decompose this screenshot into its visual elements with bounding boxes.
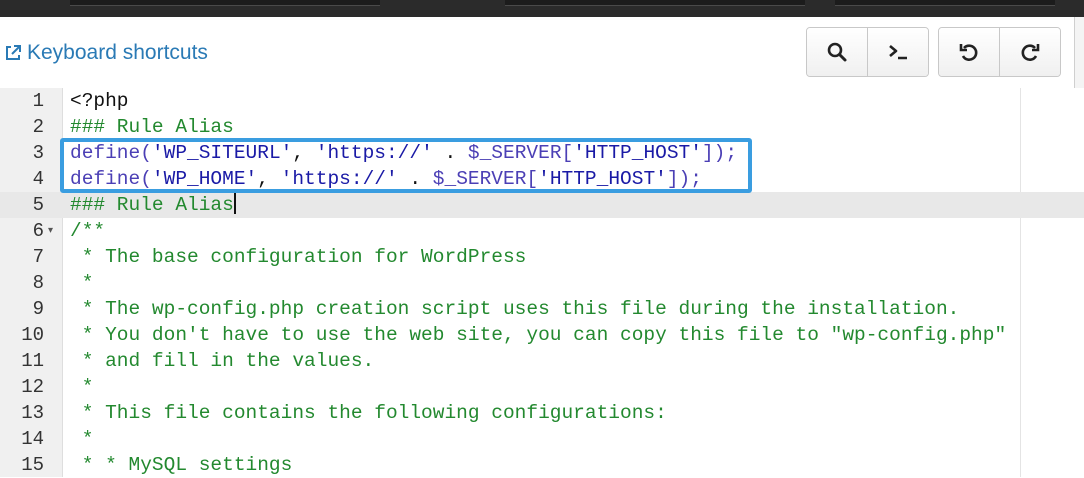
code-text: * This file contains the following confi… bbox=[70, 400, 667, 426]
top-bar-field bbox=[505, 0, 805, 6]
code-token: * bbox=[70, 428, 94, 450]
code-token: , bbox=[292, 142, 316, 164]
code-line[interactable]: 10 * You don't have to use the web site,… bbox=[0, 322, 1084, 348]
top-bar-field bbox=[70, 0, 380, 6]
code-line[interactable]: 4 define('WP_HOME', 'https://' . $_SERVER… bbox=[0, 166, 1084, 192]
code-line[interactable]: 12 * bbox=[0, 374, 1084, 400]
code-token: 'WP_HOME' bbox=[151, 168, 258, 190]
top-bar bbox=[0, 0, 1084, 17]
line-number: 1 bbox=[32, 90, 44, 112]
code-token: * This file contains the following confi… bbox=[70, 402, 667, 424]
code-line[interactable]: 13 * This file contains the following co… bbox=[0, 400, 1084, 426]
search-button[interactable] bbox=[807, 28, 867, 76]
code-text: * bbox=[70, 270, 94, 296]
code-text: * bbox=[70, 374, 94, 400]
code-line[interactable]: 11 * and fill in the values. bbox=[0, 348, 1084, 374]
code-text: * You don't have to use the web site, yo… bbox=[70, 322, 1006, 348]
line-number: 2 bbox=[32, 116, 44, 138]
undo-button[interactable] bbox=[939, 28, 999, 76]
line-number: 14 bbox=[21, 428, 44, 450]
code-token: , bbox=[257, 168, 281, 190]
code-token: . bbox=[432, 142, 468, 164]
code-line[interactable]: 7 * The base configuration for WordPress bbox=[0, 244, 1084, 270]
code-token: * You don't have to use the web site, yo… bbox=[70, 324, 1007, 346]
code-token: 'HTTP_HOST' bbox=[573, 142, 702, 164]
line-number: 15 bbox=[21, 454, 44, 476]
line-number: 6 bbox=[32, 220, 44, 242]
code-token: * bbox=[70, 376, 94, 398]
code-line[interactable]: 15 * * MySQL settings bbox=[0, 452, 1084, 478]
code-text: define('WP_SITEURL', 'https://' . $_SERV… bbox=[70, 140, 737, 166]
line-number: 8 bbox=[32, 272, 44, 294]
command-line-button[interactable] bbox=[867, 28, 928, 76]
code-token: $_SERVER[ bbox=[432, 168, 539, 190]
text-cursor bbox=[233, 192, 236, 214]
code-token: 'HTTP_HOST' bbox=[538, 168, 667, 190]
code-token: $_SERVER[ bbox=[467, 142, 574, 164]
code-text: define('WP_HOME', 'https://' . $_SERVER[… bbox=[70, 166, 702, 192]
line-number: 7 bbox=[32, 246, 44, 268]
code-line[interactable]: 8 * bbox=[0, 270, 1084, 296]
code-token: ]); bbox=[666, 168, 702, 190]
code-text: /** bbox=[70, 218, 105, 244]
line-number: 13 bbox=[21, 402, 44, 424]
code-line[interactable]: 2 ### Rule Alias bbox=[0, 114, 1084, 140]
line-number: 12 bbox=[21, 376, 44, 398]
search-tools-group bbox=[806, 27, 929, 77]
code-line[interactable]: 3 define('WP_SITEURL', 'https://' . $_SER… bbox=[0, 140, 1084, 166]
code-token: ### Rule Alias bbox=[70, 116, 234, 138]
code-token: define( bbox=[70, 168, 152, 190]
editor-toolbar: Keyboard shortcuts bbox=[0, 17, 1084, 88]
redo-icon bbox=[1021, 44, 1040, 61]
code-text: * The wp-config.php creation script uses… bbox=[70, 296, 960, 322]
keyboard-shortcuts-link[interactable]: Keyboard shortcuts bbox=[4, 41, 208, 65]
code-token: . bbox=[397, 168, 433, 190]
code-token: 'https://' bbox=[315, 142, 433, 164]
code-line[interactable]: 9 * The wp-config.php creation script us… bbox=[0, 296, 1084, 322]
redo-button[interactable] bbox=[999, 28, 1060, 76]
line-number: 11 bbox=[21, 350, 44, 372]
code-token: ### Rule Alias bbox=[70, 194, 234, 216]
fold-toggle-icon[interactable]: ▾ bbox=[48, 218, 53, 244]
code-editor[interactable]: 1 <?php 2 ### Rule Alias 3 define('WP_SITEURL… bbox=[0, 88, 1084, 477]
top-bar-field bbox=[835, 0, 1055, 6]
code-token: * The wp-config.php creation script uses… bbox=[70, 298, 960, 320]
code-token: <?php bbox=[70, 90, 129, 112]
code-line[interactable]: 5 ### Rule Alias bbox=[0, 192, 1084, 218]
undo-icon bbox=[959, 44, 978, 61]
code-token: * * MySQL settings bbox=[70, 454, 293, 476]
code-token: 'https://' bbox=[280, 168, 398, 190]
code-text: <?php bbox=[70, 88, 129, 114]
code-text: * * MySQL settings bbox=[70, 452, 293, 478]
code-token: /** bbox=[70, 220, 106, 242]
code-line[interactable]: 14 * bbox=[0, 426, 1084, 452]
line-number: 3 bbox=[32, 142, 44, 164]
code-line[interactable]: 6 ▾ /** bbox=[0, 218, 1084, 244]
code-token: ]); bbox=[701, 142, 738, 164]
code-line[interactable]: 1 <?php bbox=[0, 88, 1084, 114]
external-link-icon bbox=[6, 45, 21, 60]
terminal-icon bbox=[889, 45, 907, 60]
code-token: * The base configuration for WordPress bbox=[70, 246, 527, 268]
code-token: define( bbox=[70, 142, 152, 164]
code-token: * and fill in the values. bbox=[70, 350, 375, 372]
keyboard-shortcuts-label: Keyboard shortcuts bbox=[27, 41, 208, 64]
code-token: 'WP_SITEURL' bbox=[151, 142, 293, 164]
search-icon bbox=[827, 42, 847, 62]
code-text: * The base configuration for WordPress bbox=[70, 244, 527, 270]
code-text: * bbox=[70, 426, 94, 452]
code-text: * and fill in the values. bbox=[70, 348, 375, 374]
line-number: 9 bbox=[32, 298, 44, 320]
line-number: 10 bbox=[21, 324, 44, 346]
code-token: * bbox=[70, 272, 94, 294]
history-group bbox=[938, 27, 1061, 77]
line-number: 4 bbox=[32, 168, 44, 190]
line-number: 5 bbox=[32, 194, 44, 216]
code-text: ### Rule Alias bbox=[70, 114, 234, 140]
code-text: ### Rule Alias bbox=[70, 192, 236, 218]
